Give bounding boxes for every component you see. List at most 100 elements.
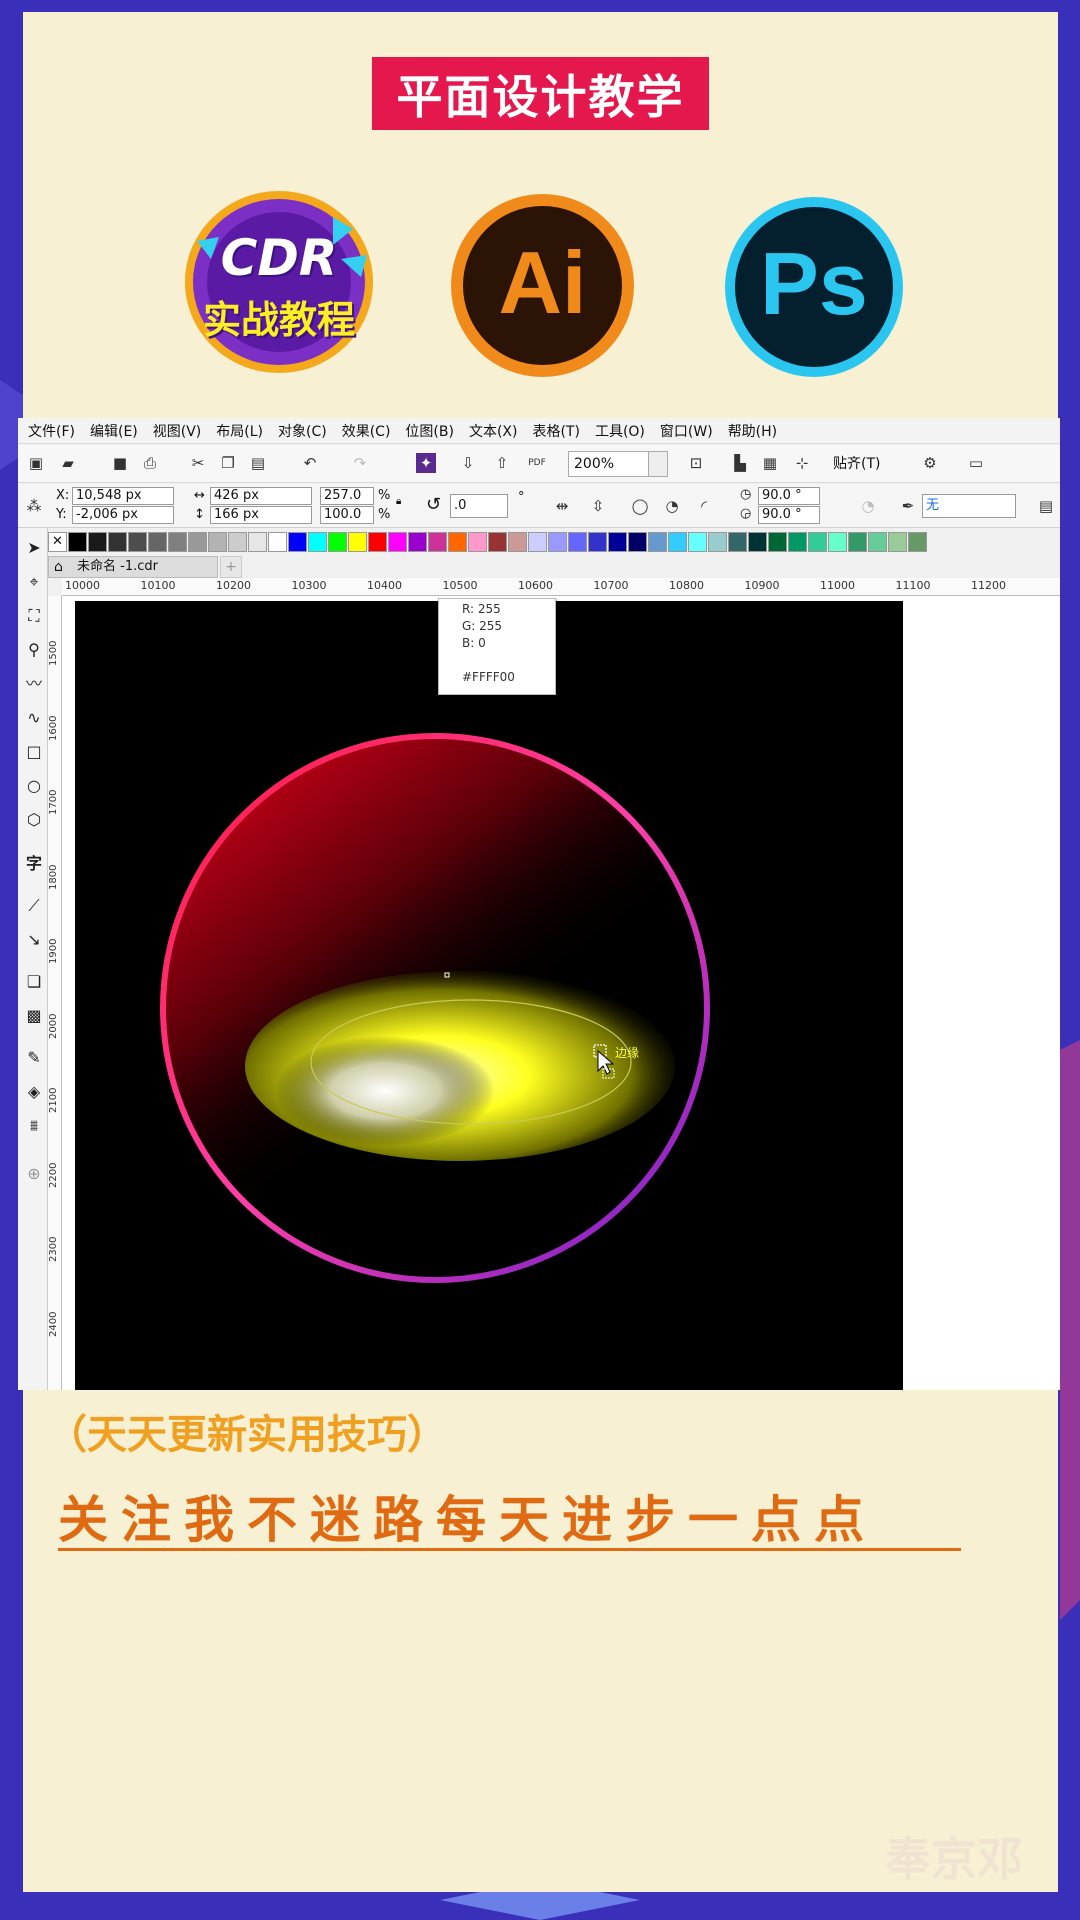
scale-y-field[interactable]: 100.0 xyxy=(320,506,374,524)
color-swatch[interactable] xyxy=(648,532,667,552)
snap-to-menu[interactable]: 贴齐(T) xyxy=(833,453,880,473)
color-swatch[interactable] xyxy=(728,532,747,552)
outline-width-select[interactable]: 无 xyxy=(922,494,1016,518)
add-tab-button[interactable]: + xyxy=(220,556,242,578)
start-angle-field[interactable]: 90.0 ° xyxy=(758,487,820,505)
transparency-tool-icon[interactable]: ▩ xyxy=(24,1006,44,1026)
color-swatch[interactable] xyxy=(788,532,807,552)
shape-tool-icon[interactable]: ⌖ xyxy=(24,572,44,592)
color-swatch[interactable] xyxy=(288,532,307,552)
color-swatch[interactable] xyxy=(868,532,887,552)
outline-pen-icon[interactable]: ✒ xyxy=(898,496,918,516)
object-origin-icon[interactable]: ⁂ xyxy=(24,496,44,516)
drop-shadow-icon[interactable]: ❏ xyxy=(24,972,44,992)
parallel-dimension-icon[interactable]: ⟋ xyxy=(24,896,44,916)
height-field[interactable]: 166 px xyxy=(210,506,312,524)
mirror-horizontal-icon[interactable]: ⇹ xyxy=(552,496,572,516)
x-position-field[interactable]: 10,548 px xyxy=(72,487,174,505)
welcome-screen-icon[interactable]: ▭ xyxy=(966,453,986,473)
rotation-field[interactable]: .0 xyxy=(450,494,508,518)
connector-tool-icon[interactable]: ↘ xyxy=(24,930,44,950)
grid-icon[interactable]: ▦ xyxy=(760,453,780,473)
launch-icon[interactable]: ✦ xyxy=(416,453,436,473)
pick-tool-icon[interactable]: ➤ xyxy=(24,538,44,558)
color-swatch[interactable] xyxy=(208,532,227,552)
menu-text[interactable]: 文本(X) xyxy=(469,421,518,441)
color-swatch[interactable] xyxy=(428,532,447,552)
color-swatch[interactable] xyxy=(568,532,587,552)
ellipse-mode-icon[interactable]: ◯ xyxy=(630,496,650,516)
full-screen-icon[interactable]: ⊡ xyxy=(686,453,706,473)
menu-help[interactable]: 帮助(H) xyxy=(728,421,777,441)
color-swatch[interactable] xyxy=(68,532,87,552)
color-swatch[interactable] xyxy=(268,532,287,552)
color-swatch[interactable] xyxy=(148,532,167,552)
color-swatch[interactable] xyxy=(228,532,247,552)
color-swatch[interactable] xyxy=(668,532,687,552)
color-swatch[interactable] xyxy=(248,532,267,552)
color-swatch[interactable] xyxy=(488,532,507,552)
width-field[interactable]: 426 px xyxy=(210,487,312,505)
y-position-field[interactable]: -2,006 px xyxy=(72,506,174,524)
export-icon[interactable]: ⇧ xyxy=(492,453,512,473)
home-icon[interactable]: ⌂ xyxy=(54,559,63,575)
zoom-tool-icon[interactable]: ⚲ xyxy=(24,640,44,660)
mirror-vertical-icon[interactable]: ⇳ xyxy=(588,496,608,516)
menu-view[interactable]: 视图(V) xyxy=(153,421,202,441)
color-swatch[interactable] xyxy=(388,532,407,552)
menu-table[interactable]: 表格(T) xyxy=(532,421,579,441)
crop-tool-icon[interactable]: ⛶ xyxy=(24,606,44,626)
color-swatch[interactable] xyxy=(448,532,467,552)
open-folder-icon[interactable]: ▰ xyxy=(58,453,78,473)
menu-edit[interactable]: 编辑(E) xyxy=(90,421,138,441)
save-icon[interactable]: ■ xyxy=(110,453,130,473)
color-swatch[interactable] xyxy=(188,532,207,552)
interactive-fill-icon[interactable]: ◈ xyxy=(24,1082,44,1102)
paste-icon[interactable]: ▤ xyxy=(248,453,268,473)
menu-effects[interactable]: 效果(C) xyxy=(342,421,391,441)
color-swatch[interactable] xyxy=(308,532,327,552)
color-swatch[interactable] xyxy=(628,532,647,552)
scale-x-field[interactable]: 257.0 xyxy=(320,487,374,505)
color-swatch[interactable] xyxy=(888,532,907,552)
color-swatch[interactable] xyxy=(408,532,427,552)
polygon-tool-icon[interactable]: ⬡ xyxy=(24,810,44,830)
redo-icon[interactable]: ↷ xyxy=(350,453,370,473)
add-tool-icon[interactable]: ⊕ xyxy=(24,1164,44,1184)
color-swatch[interactable] xyxy=(508,532,527,552)
guidelines-icon[interactable]: ⊹ xyxy=(792,453,812,473)
cut-icon[interactable]: ✂ xyxy=(188,453,208,473)
color-swatch[interactable] xyxy=(688,532,707,552)
color-swatch[interactable] xyxy=(468,532,487,552)
color-swatch[interactable] xyxy=(328,532,347,552)
color-swatch[interactable] xyxy=(748,532,767,552)
new-document-icon[interactable]: ▣ xyxy=(26,453,46,473)
menu-bitmaps[interactable]: 位图(B) xyxy=(405,421,454,441)
end-angle-field[interactable]: 90.0 ° xyxy=(758,506,820,524)
color-swatch[interactable] xyxy=(608,532,627,552)
eyedropper-tool-icon[interactable]: ✎ xyxy=(24,1048,44,1068)
print-icon[interactable]: ⎙ xyxy=(140,453,160,473)
color-swatch[interactable] xyxy=(768,532,787,552)
color-swatch[interactable] xyxy=(168,532,187,552)
document-tab[interactable]: 未命名 -1.cdr xyxy=(48,556,218,578)
rulers-icon[interactable]: ▙ xyxy=(730,453,750,473)
export-pdf-icon[interactable]: PDF xyxy=(524,453,550,473)
lock-ratio-icon[interactable]: 🔒︎ xyxy=(396,496,401,507)
arc-mode-icon[interactable]: ◜ xyxy=(694,496,714,516)
color-swatch[interactable] xyxy=(368,532,387,552)
color-swatch[interactable] xyxy=(528,532,547,552)
color-swatch[interactable] xyxy=(348,532,367,552)
color-swatch[interactable] xyxy=(708,532,727,552)
pie-mode-icon[interactable]: ◔ xyxy=(662,496,682,516)
color-swatch[interactable] xyxy=(108,532,127,552)
color-swatch[interactable] xyxy=(808,532,827,552)
zoom-level-select[interactable]: 200% xyxy=(568,451,668,477)
change-direction-icon[interactable]: ◔ xyxy=(858,496,878,516)
menu-layout[interactable]: 布局(L) xyxy=(216,421,263,441)
color-swatch[interactable] xyxy=(908,532,927,552)
color-swatch[interactable] xyxy=(828,532,847,552)
undo-icon[interactable]: ↶ xyxy=(300,453,320,473)
ellipse-tool-icon[interactable]: ○ xyxy=(24,776,44,796)
menu-window[interactable]: 窗口(W) xyxy=(660,421,713,441)
